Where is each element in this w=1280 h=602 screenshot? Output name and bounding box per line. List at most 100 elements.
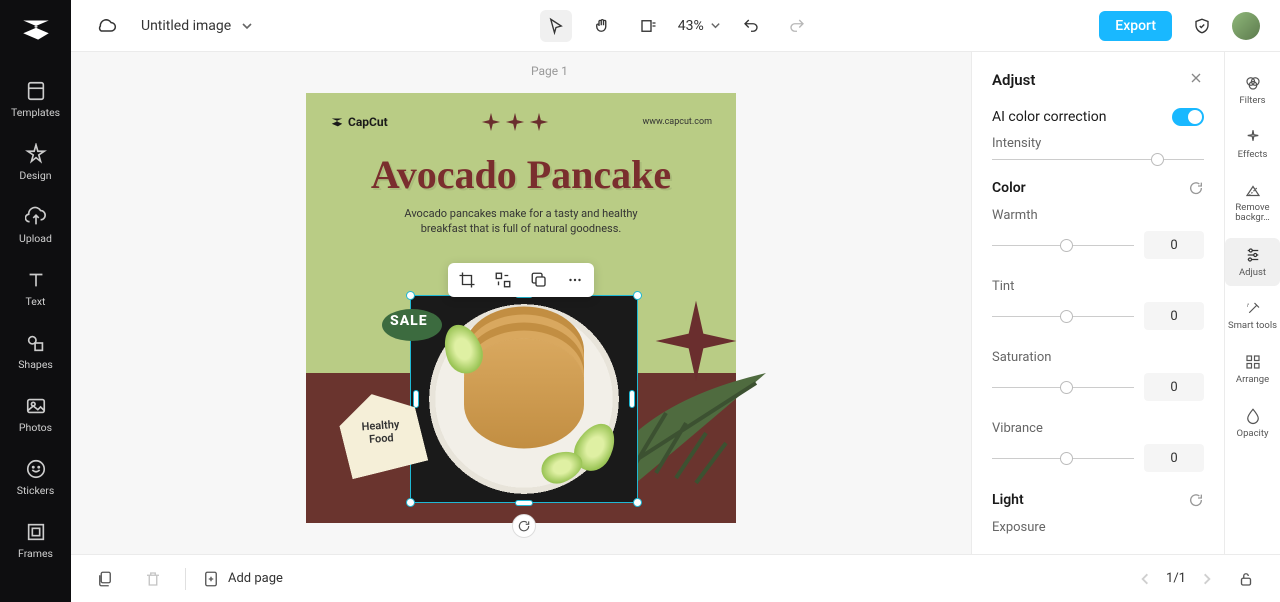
warmth-slider[interactable] [992, 245, 1134, 246]
redo-button[interactable] [781, 10, 813, 42]
reset-light-button[interactable] [1188, 492, 1204, 508]
sale-badge: SALE [380, 305, 444, 349]
crop-button[interactable] [456, 269, 478, 291]
pager: 1/1 [1138, 571, 1214, 586]
document-title[interactable]: Untitled image [141, 18, 253, 34]
rail-smart-tools[interactable]: Smart tools [1225, 292, 1280, 339]
left-nav: Templates Design Upload Text Shapes Phot… [0, 0, 71, 602]
nav-label: Templates [11, 106, 60, 119]
right-rail: Filters Effects Remove backgr… Adjust Sm… [1224, 52, 1280, 554]
rail-adjust[interactable]: Adjust [1225, 238, 1280, 286]
rail-arrange[interactable]: Arrange [1225, 345, 1280, 393]
nav-label: Shapes [18, 358, 53, 371]
tint-value[interactable]: 0 [1144, 302, 1204, 330]
nav-label: Frames [18, 547, 53, 560]
nav-stickers[interactable]: Stickers [0, 446, 71, 509]
resize-handle-e[interactable] [629, 390, 635, 408]
add-page-button[interactable]: Add page [202, 570, 283, 588]
select-tool[interactable] [540, 10, 572, 42]
export-button[interactable]: Export [1099, 11, 1172, 41]
replace-button[interactable] [492, 269, 514, 291]
ai-color-toggle[interactable] [1172, 108, 1204, 126]
add-page-label: Add page [228, 571, 283, 586]
reset-color-button[interactable] [1188, 180, 1204, 196]
resize-handle-se[interactable] [633, 498, 642, 507]
bottombar: Add page 1/1 [71, 554, 1280, 602]
tint-label: Tint [992, 279, 1204, 294]
zoom-control[interactable]: 43% [678, 18, 721, 34]
nav-text[interactable]: Text [0, 257, 71, 320]
panel-title: Adjust [992, 71, 1035, 89]
headline: Avocado Pancake [306, 151, 736, 198]
resize-handle-w[interactable] [413, 390, 419, 408]
saturation-slider[interactable] [992, 387, 1134, 388]
nav-label: Photos [19, 421, 52, 434]
duplicate-button[interactable] [528, 269, 550, 291]
rail-opacity[interactable]: Opacity [1225, 399, 1280, 447]
ai-color-label: AI color correction [992, 109, 1106, 125]
rail-remove-bg[interactable]: Remove backgr… [1225, 174, 1280, 232]
resize-handle-s[interactable] [515, 500, 533, 506]
nav-frames[interactable]: Frames [0, 509, 71, 572]
element-toolbar [448, 263, 594, 297]
hand-tool[interactable] [586, 10, 618, 42]
exposure-label: Exposure [992, 520, 1204, 535]
undo-button[interactable] [735, 10, 767, 42]
rotate-handle[interactable] [512, 514, 536, 538]
tint-slider[interactable] [992, 316, 1134, 317]
app-logo[interactable] [19, 12, 53, 46]
more-button[interactable] [564, 269, 586, 291]
nav-upload[interactable]: Upload [0, 194, 71, 257]
warmth-label: Warmth [992, 208, 1204, 223]
nav-label: Design [19, 169, 51, 182]
zoom-value: 43% [678, 18, 704, 34]
intensity-slider[interactable] [992, 159, 1204, 160]
layers-button[interactable] [89, 563, 121, 595]
resize-handle-ne[interactable] [633, 291, 642, 300]
page-indicator: 1/1 [1166, 571, 1186, 586]
subheadline: Avocado pancakes make for a tasty and he… [306, 206, 736, 237]
page-label: Page 1 [531, 64, 568, 78]
nav-photos[interactable]: Photos [0, 383, 71, 446]
title-text: Untitled image [141, 18, 231, 34]
nav-label: Stickers [17, 484, 54, 497]
avatar[interactable] [1232, 12, 1260, 40]
adjust-panel: Adjust AI color correction Intensity [971, 52, 1224, 554]
topbar: Untitled image 43% Export [71, 0, 1280, 52]
nav-label: Text [26, 295, 46, 308]
color-section-label: Color [992, 180, 1026, 196]
shield-icon[interactable] [1186, 10, 1218, 42]
frame-tool[interactable] [632, 10, 664, 42]
nav-templates[interactable]: Templates [0, 68, 71, 131]
light-section-label: Light [992, 492, 1024, 508]
rail-effects[interactable]: Effects [1225, 120, 1280, 168]
brand-logo: CapCut [330, 115, 388, 129]
star-accent [652, 297, 740, 385]
resize-handle-nw[interactable] [406, 291, 415, 300]
prev-page-button[interactable] [1138, 572, 1152, 586]
delete-button[interactable] [137, 563, 169, 595]
nav-design[interactable]: Design [0, 131, 71, 194]
site-url: www.capcut.com [642, 117, 712, 127]
vibrance-label: Vibrance [992, 421, 1204, 436]
rail-filters[interactable]: Filters [1225, 66, 1280, 114]
cloud-icon[interactable] [91, 10, 123, 42]
star-decor [480, 111, 550, 133]
intensity-label: Intensity [992, 136, 1204, 151]
warmth-value[interactable]: 0 [1144, 231, 1204, 259]
vibrance-value[interactable]: 0 [1144, 444, 1204, 472]
lock-button[interactable] [1230, 563, 1262, 595]
resize-handle-sw[interactable] [406, 498, 415, 507]
next-page-button[interactable] [1200, 572, 1214, 586]
nav-label: Upload [19, 232, 52, 245]
close-panel-button[interactable] [1188, 70, 1204, 90]
design-canvas[interactable]: CapCut www.capcut.com Avocado Pancake Av… [306, 93, 736, 523]
chevron-down-icon [241, 20, 253, 32]
canvas-area[interactable]: Page 1 CapCut www.capcut.com [71, 52, 971, 554]
saturation-value[interactable]: 0 [1144, 373, 1204, 401]
chevron-down-icon [710, 20, 721, 31]
saturation-label: Saturation [992, 350, 1204, 365]
nav-shapes[interactable]: Shapes [0, 320, 71, 383]
vibrance-slider[interactable] [992, 458, 1134, 459]
selected-element[interactable] [410, 295, 638, 503]
